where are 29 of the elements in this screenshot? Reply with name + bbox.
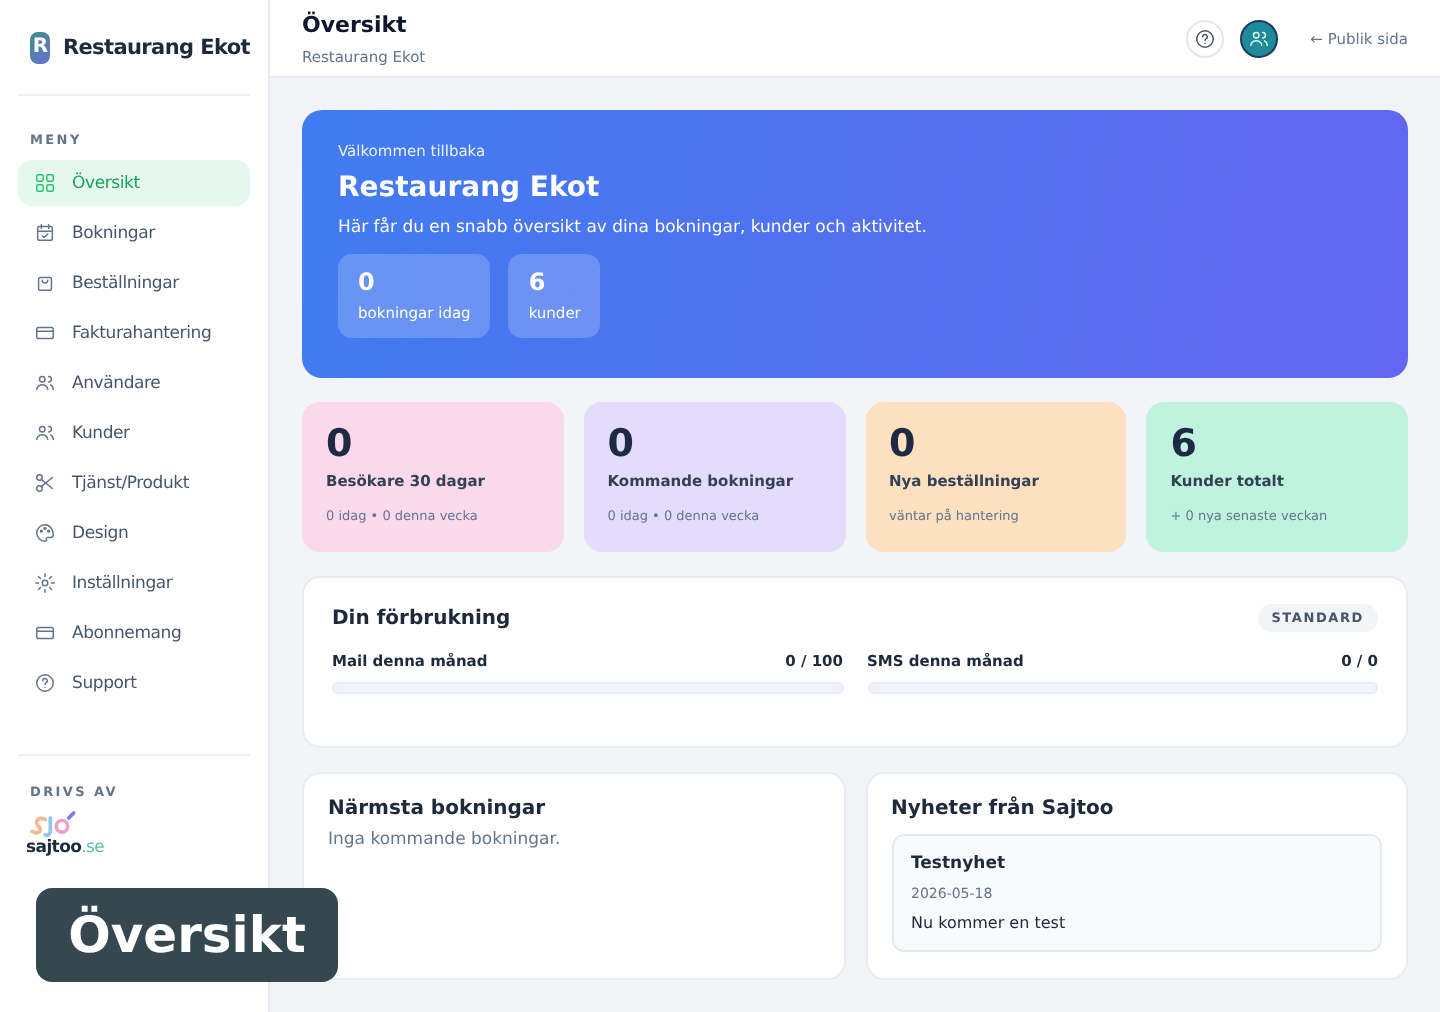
card-title: Närmsta bokningar [328, 798, 548, 820]
nav-item[interactable]: Inställningar [18, 560, 250, 606]
nav-item[interactable]: Abonnemang [18, 610, 250, 656]
partner-logo-text: sajtoo.se [26, 838, 105, 858]
tooltip: Översikt [36, 888, 338, 982]
stat-value: 0 [326, 422, 355, 466]
news-text: Nu kommer en test [911, 914, 1068, 932]
banner-title: Restaurang Ekot [338, 172, 602, 204]
card-title: Nyheter från Sajtoo [891, 798, 1116, 820]
nav-item[interactable]: Fakturahantering [18, 310, 250, 356]
news-title: Testnyhet [911, 854, 1008, 874]
nav-item[interactable]: Support [18, 660, 250, 706]
card-title: Din förbrukning [332, 607, 511, 629]
stat-value: 0 [889, 422, 918, 466]
nav-item[interactable]: Bokningar [18, 210, 250, 256]
stat-value: 0 [358, 268, 377, 296]
banner-text: Här får du en snabb översikt av dina bokningar, kunder och aktivitet. [338, 218, 929, 238]
nav-item[interactable]: Kunder [18, 410, 250, 456]
stat-value: 6 [528, 268, 548, 296]
nav-item[interactable]: Användare [18, 360, 250, 406]
stat-value: 0 [607, 422, 636, 466]
logo-icon: R [30, 31, 51, 63]
stat-value: 6 [1170, 422, 1199, 466]
empty-message: Inga kommande bokningar. [328, 830, 563, 850]
nav-item[interactable]: Design [18, 510, 250, 556]
brand-name: Restaurang Ekot [62, 35, 250, 59]
nav-item[interactable]: Beställningar [18, 260, 250, 306]
page-title: Översikt [302, 11, 409, 37]
nav-item[interactable]: Tjänst/Produkt [18, 460, 250, 506]
